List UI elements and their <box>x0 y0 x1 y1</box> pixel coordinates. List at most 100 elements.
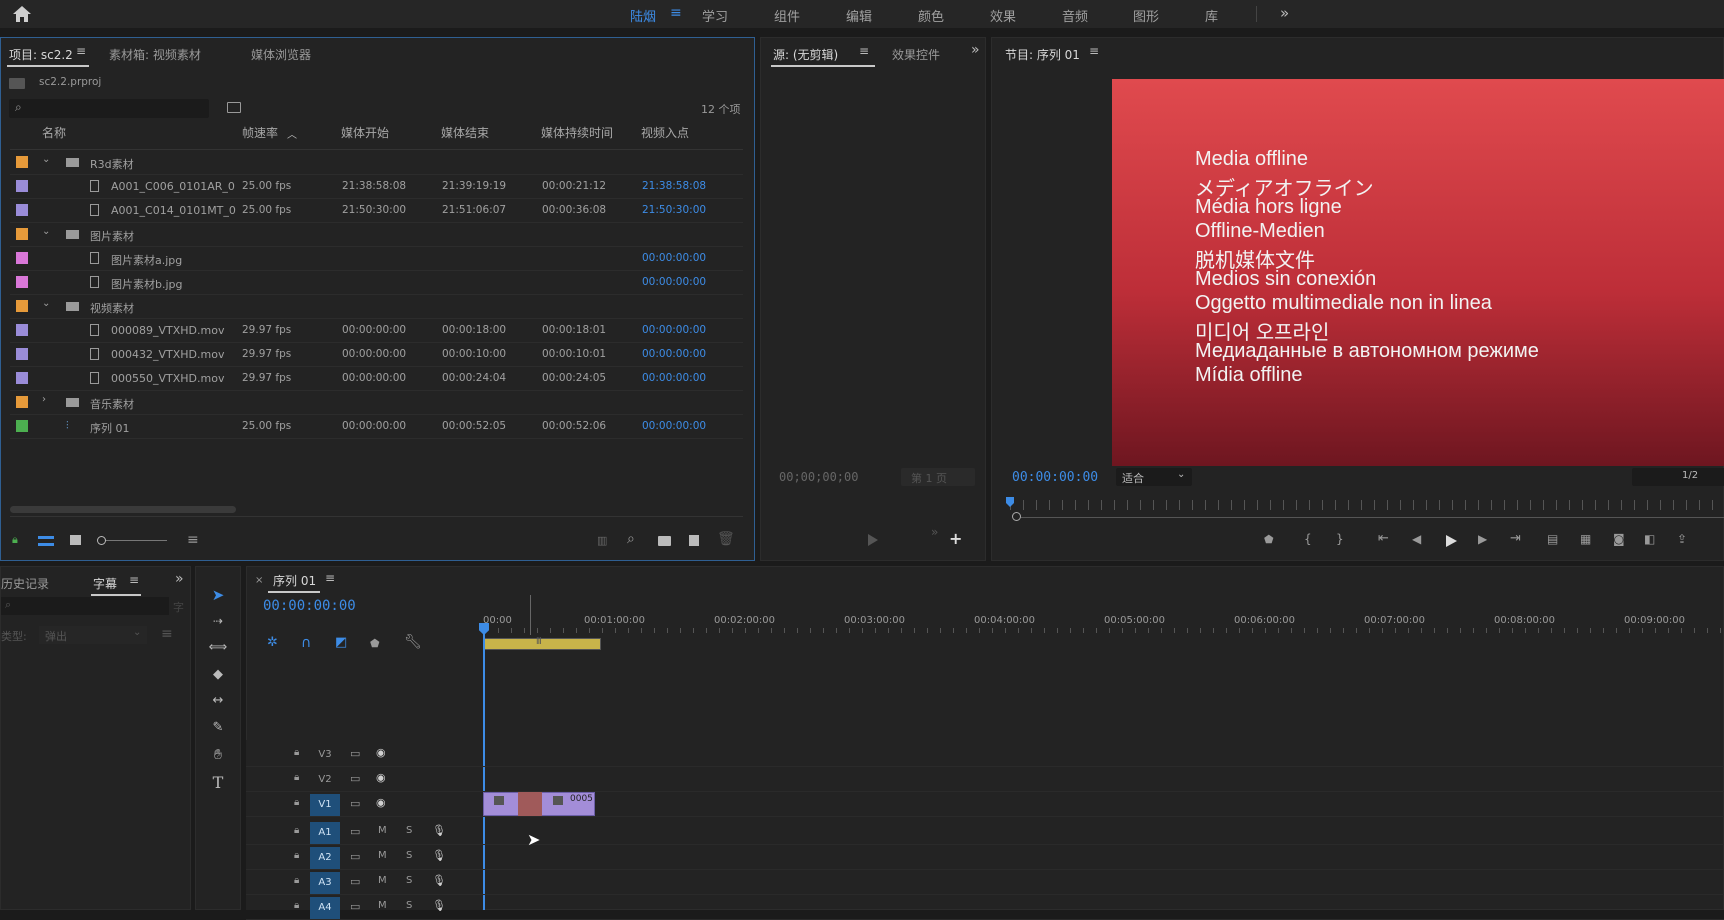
workspace-tab-editing[interactable]: 编辑 <box>846 6 872 25</box>
track-target-a3[interactable]: A3 <box>310 872 340 894</box>
microphone-icon[interactable]: 🎙︎ <box>432 874 446 887</box>
track-target-v3[interactable]: V3 <box>310 744 340 766</box>
list-item[interactable]: A001_C014_0101MT_0 25.00 fps 21:50:30:00 21… <box>10 199 743 223</box>
workspace-tab-effects[interactable]: 效果 <box>990 6 1016 25</box>
add-marker-icon[interactable]: ⬟ <box>1264 533 1274 547</box>
column-video-in[interactable]: 视频入点 <box>641 124 689 141</box>
workspace-tab-color[interactable]: 颜色 <box>918 6 944 25</box>
double-chevron-right-icon[interactable]: » <box>971 42 980 58</box>
label-color-swatch[interactable] <box>16 372 28 384</box>
fit-dropdown[interactable]: 适合 ⌄ <box>1116 468 1192 486</box>
step-back-icon[interactable]: ◀︎ <box>1412 532 1421 546</box>
column-media-duration[interactable]: 媒体持续时间 <box>541 124 613 141</box>
tab-effect-controls[interactable]: 效果控件 <box>892 46 940 63</box>
extract-icon[interactable]: ▦ <box>1580 532 1591 546</box>
source-timecode[interactable]: 00;00;00;00 <box>779 470 858 484</box>
panel-menu-icon[interactable]: ≡ <box>859 44 869 58</box>
lock-icon[interactable]: 🔒︎ <box>294 850 299 861</box>
chevron-right-icon[interactable]: › <box>42 394 46 405</box>
list-view-icon[interactable] <box>38 536 54 546</box>
eye-icon[interactable]: ◉ <box>376 746 386 759</box>
add-marker-icon[interactable]: ⬟ <box>370 637 380 651</box>
automate-to-sequence-icon[interactable]: ▥ <box>597 534 607 548</box>
list-item[interactable]: 000089_VTXHD.mov 29.97 fps 00:00:00:00 00:0… <box>10 319 743 343</box>
page-dropdown[interactable]: 第 1 页 <box>901 468 975 486</box>
close-icon[interactable]: × <box>255 575 263 586</box>
zoom-slider-handle[interactable] <box>97 536 106 545</box>
video-clip-offline-segment[interactable] <box>518 792 542 816</box>
label-color-swatch[interactable] <box>16 180 28 192</box>
timeline-timecode[interactable]: 00:00:00:00 <box>263 598 356 614</box>
solo-button[interactable]: S <box>406 900 412 911</box>
new-item-icon[interactable] <box>689 535 699 546</box>
sync-lock-icon[interactable]: ▭ <box>350 772 360 785</box>
microphone-icon[interactable]: 🎙︎ <box>432 899 446 912</box>
search-input[interactable]: ⌕ <box>9 99 209 118</box>
label-color-swatch[interactable] <box>16 420 28 432</box>
workspace-menu-icon[interactable]: ≡ <box>670 5 682 21</box>
camera-icon[interactable]: ◙ <box>1613 532 1625 546</box>
lock-icon[interactable]: 🔒︎ <box>294 825 299 836</box>
resolution-dropdown[interactable]: 1/2 <box>1632 468 1724 486</box>
work-area-bar[interactable] <box>484 638 601 650</box>
workspace-tab-learn[interactable]: 学习 <box>702 6 728 25</box>
column-fps[interactable]: 帧速率 <box>242 124 278 141</box>
lift-icon[interactable]: ▤ <box>1547 532 1558 546</box>
list-item[interactable]: 000550_VTXHD.mov 29.97 fps 00:00:00:00 00:0… <box>10 367 743 391</box>
list-item[interactable]: 图片素材a.jpg 00:00:00:00 <box>10 247 743 271</box>
play-button[interactable] <box>1446 535 1457 547</box>
tab-bin-video[interactable]: 素材箱: 视频素材 <box>109 46 201 63</box>
play-icon[interactable] <box>868 534 878 546</box>
go-to-out-icon[interactable]: ⇥ <box>1510 532 1521 546</box>
captions-search-input[interactable]: ⌕ <box>1 597 169 615</box>
workspace-tab-graphics[interactable]: 图形 <box>1133 6 1159 25</box>
sync-lock-icon[interactable]: ▭ <box>350 875 360 888</box>
track-target-v2[interactable]: V2 <box>310 769 340 791</box>
panel-menu-icon[interactable]: ≡ <box>1089 44 1099 58</box>
list-item[interactable]: ⫶ 序列 01 25.00 fps 00:00:00:00 00:00:52:05 00:… <box>10 415 743 439</box>
comparison-view-icon[interactable]: ◧ <box>1644 532 1655 546</box>
add-button-icon[interactable]: + <box>949 529 962 548</box>
bin-row[interactable]: ⌄ R3d素材 <box>10 151 743 175</box>
nest-icon[interactable]: ✲ <box>267 636 278 650</box>
slip-tool-icon[interactable]: ↔ <box>207 690 229 712</box>
list-item[interactable]: A001_C006_0101AR_0 25.00 fps 21:38:58:08 21… <box>10 175 743 199</box>
workspace-tab-libraries[interactable]: 库 <box>1205 6 1218 25</box>
list-item[interactable]: 图片素材b.jpg 00:00:00:00 <box>10 271 743 295</box>
workspace-tab-active[interactable]: 陆烟 <box>630 6 656 25</box>
tab-history[interactable]: 历史记录 <box>1 575 49 592</box>
panel-menu-icon[interactable]: ≡ <box>76 44 86 58</box>
microphone-icon[interactable]: 🎙︎ <box>432 824 446 837</box>
bin-row[interactable]: › 音乐素材 <box>10 391 743 415</box>
linked-selection-icon[interactable]: ◩ <box>335 636 347 650</box>
export-frame-icon[interactable]: ⇪ <box>1677 532 1687 546</box>
wrench-icon[interactable]: 🔧︎ <box>404 635 422 649</box>
mark-in-icon[interactable]: { <box>1304 532 1312 546</box>
sync-lock-icon[interactable]: ▭ <box>350 900 360 913</box>
label-color-swatch[interactable] <box>16 252 28 264</box>
mark-out-icon[interactable]: } <box>1336 532 1344 546</box>
lock-icon[interactable]: 🔒︎ <box>294 797 299 808</box>
tab-sequence[interactable]: 序列 01 <box>273 572 316 589</box>
label-color-swatch[interactable] <box>16 396 28 408</box>
sync-lock-icon[interactable]: ▭ <box>350 850 360 863</box>
list-item[interactable]: 000432_VTXHD.mov 29.97 fps 00:00:00:00 00:0… <box>10 343 743 367</box>
eye-icon[interactable]: ◉ <box>376 771 386 784</box>
label-color-swatch[interactable] <box>16 276 28 288</box>
sync-lock-icon[interactable]: ▭ <box>350 747 360 760</box>
menu-list-icon[interactable]: ≡ <box>161 627 173 641</box>
hand-tool-icon[interactable]: ✋︎ <box>207 744 229 766</box>
trash-icon[interactable]: 🗑︎ <box>717 532 735 546</box>
label-color-swatch[interactable] <box>16 156 28 168</box>
lock-icon[interactable]: 🔒︎ <box>12 533 18 547</box>
microphone-icon[interactable]: 🎙︎ <box>432 849 446 862</box>
tab-captions[interactable]: 字幕 <box>93 575 117 592</box>
double-chevron-right-icon[interactable]: » <box>931 525 938 539</box>
tab-media-browser[interactable]: 媒体浏览器 <box>251 46 311 63</box>
zoom-scrollbar-track[interactable] <box>1020 517 1724 518</box>
label-color-swatch[interactable] <box>16 348 28 360</box>
new-bin-icon[interactable] <box>658 536 671 546</box>
solo-button[interactable]: S <box>406 850 412 861</box>
tab-program[interactable]: 节目: 序列 01 <box>1005 46 1080 63</box>
horizontal-scrollbar[interactable] <box>10 506 236 513</box>
